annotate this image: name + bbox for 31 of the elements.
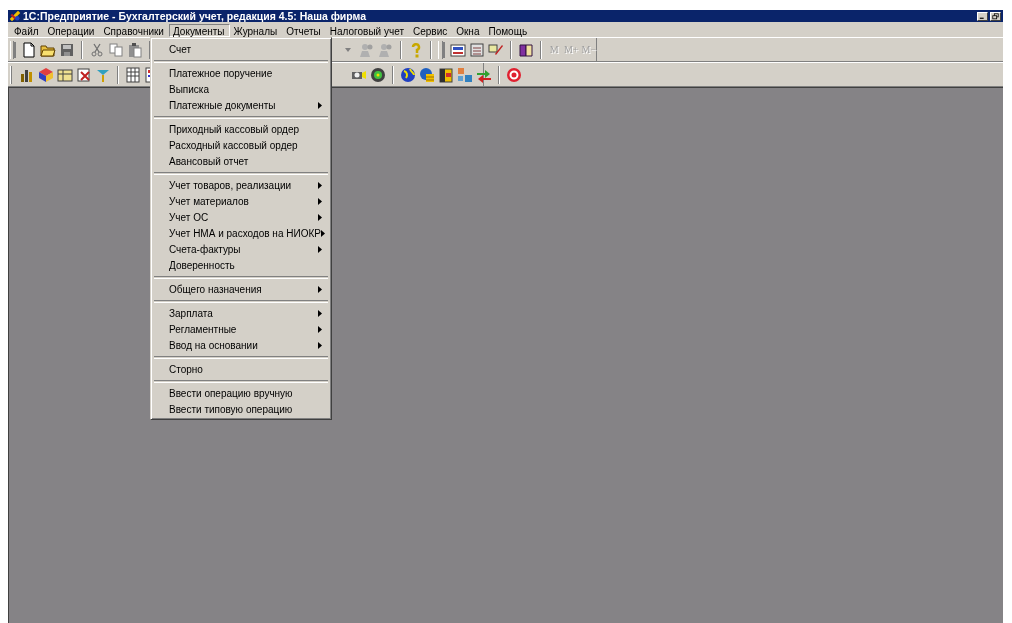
menu-item[interactable]: Сторно (154, 361, 328, 377)
menu-item[interactable]: Регламентные (154, 321, 328, 337)
menu-item[interactable]: Учет материалов (154, 193, 328, 209)
menu-item[interactable]: Операции (43, 23, 100, 37)
menu-item[interactable]: Ввести операцию вручную (154, 385, 328, 401)
menu-item[interactable]: Выписка (154, 81, 328, 97)
menu-item[interactable]: Учет товаров, реализации (154, 177, 328, 193)
menu-item[interactable]: Счета-фактуры (154, 241, 328, 257)
menu-item[interactable]: Файл (10, 23, 44, 37)
menu-item[interactable]: Налоговый учет (325, 23, 409, 37)
menu-item[interactable]: Общего назначения (154, 281, 328, 297)
menu-item[interactable]: Зарплата (154, 305, 328, 321)
menu-item[interactable]: Журналы (229, 23, 283, 37)
menu-item[interactable]: Счет (154, 41, 328, 57)
menu-item[interactable]: Ввод на основании (154, 337, 328, 353)
menu-item[interactable]: Помощь (484, 23, 533, 37)
menu-item[interactable]: Ввести типовую операцию (154, 401, 328, 417)
window-title: 1С:Предприятие - Бухгалтерский учет, редакция 4.5: Наша фирма (23, 10, 368, 22)
menu-item[interactable]: Платежные документы (154, 97, 328, 113)
menu-item[interactable]: Окна (452, 23, 485, 37)
menu-item[interactable]: Документы (168, 23, 230, 37)
menu-item[interactable]: Отчеты (282, 23, 326, 37)
menu-item[interactable]: Доверенность (154, 257, 328, 273)
menu-item[interactable]: Сервис (408, 23, 453, 37)
menu-item[interactable]: Приходный кассовый ордер (154, 121, 328, 137)
menu-item[interactable]: Платежное поручение (154, 65, 328, 81)
menu-item[interactable]: Расходный кассовый ордер (154, 137, 328, 153)
menu-item[interactable]: Справочники (99, 23, 169, 37)
menu-item[interactable]: Учет НМА и расходов на НИОКР (154, 225, 328, 241)
menu-item[interactable]: Авансовый отчет (154, 153, 328, 169)
menu-item[interactable]: Учет ОС (154, 209, 328, 225)
